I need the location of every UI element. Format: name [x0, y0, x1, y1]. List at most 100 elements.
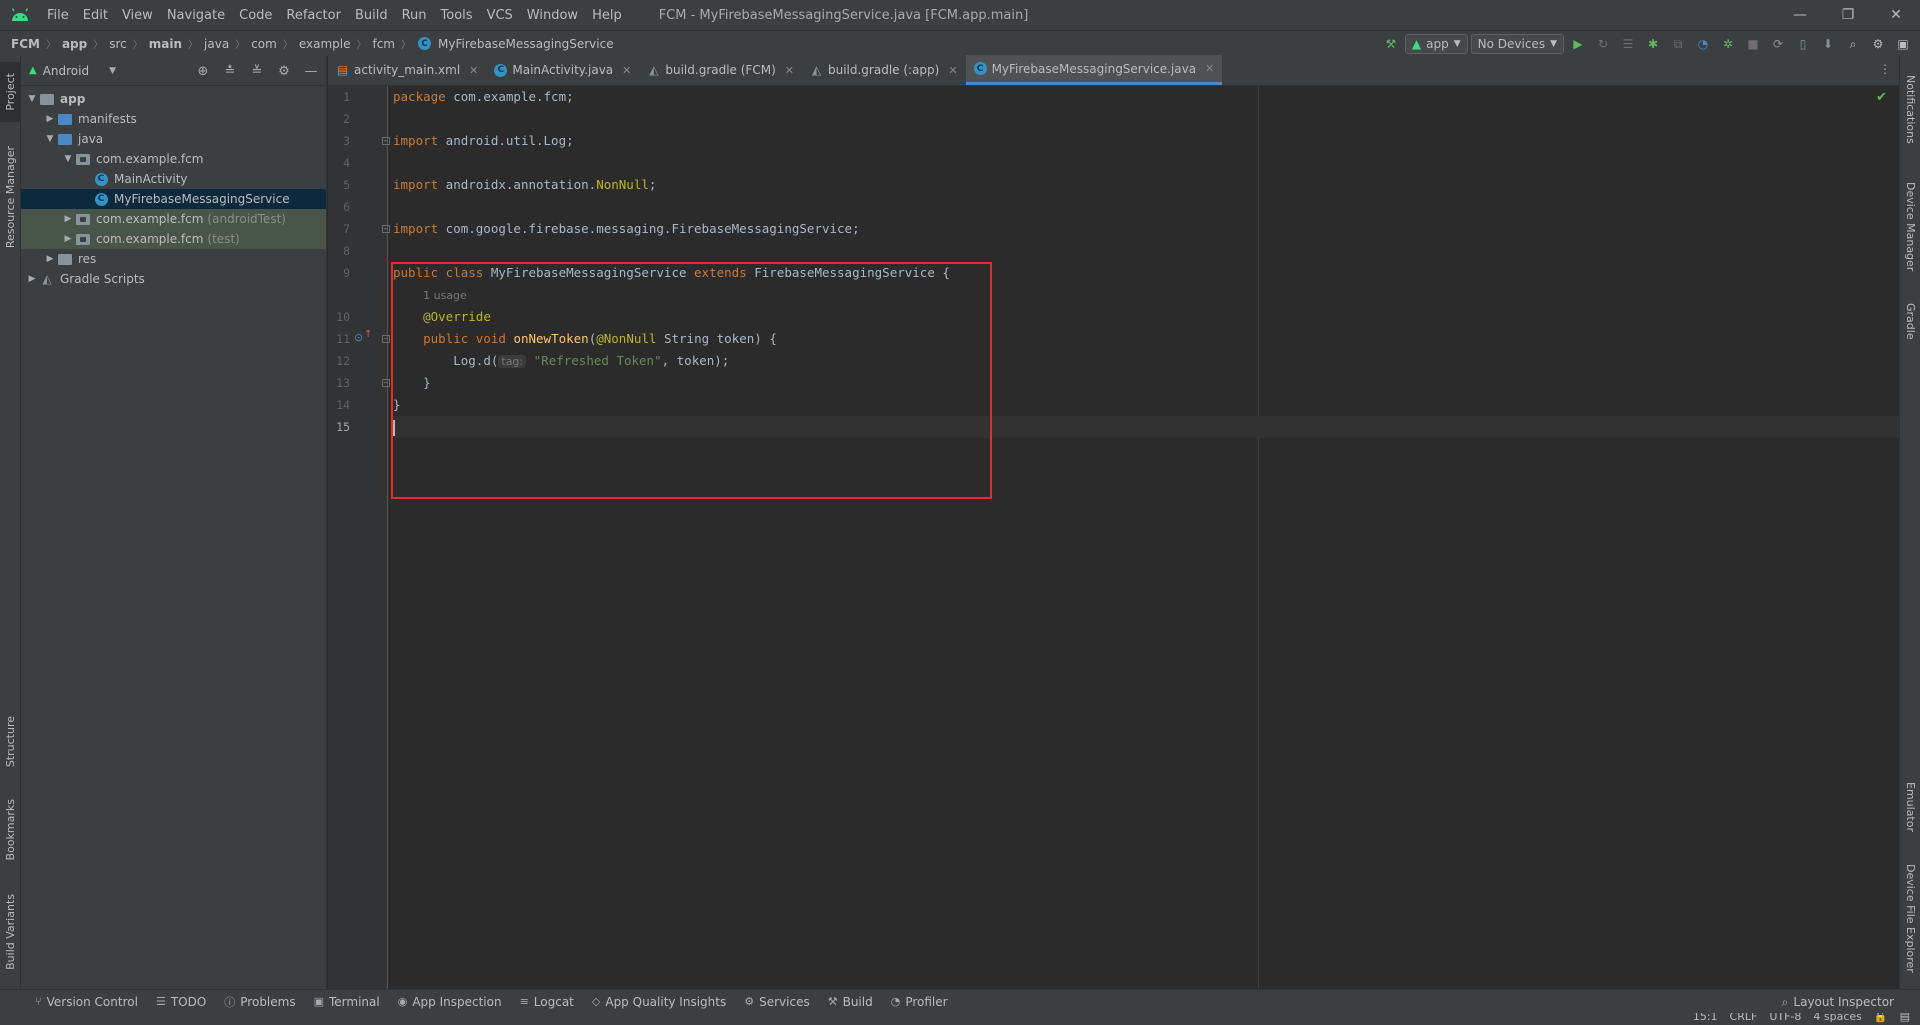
hammer-icon[interactable]: ⚒ [1380, 33, 1402, 55]
menu-refactor[interactable]: Refactor [279, 8, 348, 23]
tool-window-gradle[interactable]: Gradle [1900, 294, 1920, 349]
debug-icon[interactable]: ✱ [1642, 33, 1664, 55]
tool-window-notifications[interactable]: Notifications [1900, 64, 1920, 154]
coverage-icon[interactable]: ✲ [1717, 33, 1739, 55]
tool-version-control[interactable]: ⑂ Version Control [26, 995, 147, 1009]
menu-navigate[interactable]: Navigate [160, 8, 232, 23]
sdk-manager-icon[interactable]: ⬇ [1817, 33, 1839, 55]
chevron-down-icon[interactable]: ▼ [61, 154, 75, 164]
breadcrumb-item[interactable]: main [146, 37, 185, 51]
tool-window-build-variants[interactable]: Build Variants [0, 886, 21, 978]
close-icon[interactable]: ✕ [1205, 62, 1214, 75]
menu-run[interactable]: Run [395, 8, 434, 23]
close-icon[interactable]: ✕ [622, 64, 631, 77]
tree-item-manifests[interactable]: ▶ manifests [21, 109, 326, 129]
file-encoding[interactable]: UTF-8 [1769, 1013, 1801, 1023]
tool-build[interactable]: ⚒ Build [819, 995, 882, 1009]
breadcrumb-item[interactable]: com [248, 37, 280, 51]
chevron-right-icon[interactable]: ▶ [25, 274, 39, 284]
indent-setting[interactable]: 4 spaces [1813, 1013, 1862, 1023]
caret-position[interactable]: 15:1 [1693, 1013, 1718, 1023]
tab-activity-main-xml[interactable]: ▤ activity_main.xml ✕ [328, 55, 486, 85]
search-icon[interactable]: ⌕ [1842, 33, 1864, 55]
tool-window-bookmarks[interactable]: Bookmarks [0, 791, 21, 869]
close-icon[interactable]: ✕ [785, 64, 794, 77]
breadcrumb-item[interactable]: app [59, 37, 90, 51]
check-icon[interactable]: ✔ [1876, 90, 1887, 105]
project-view-mode[interactable]: Android [43, 64, 89, 78]
close-icon[interactable]: ✕ [948, 64, 957, 77]
tree-item-package-test[interactable]: ▶ com.example.fcm (test) [21, 229, 326, 249]
menu-code[interactable]: Code [232, 8, 279, 23]
menu-build[interactable]: Build [348, 8, 395, 23]
fold-icon[interactable]: − [382, 335, 390, 343]
tab-build-gradle-app[interactable]: ◭ build.gradle (:app) ✕ [802, 55, 966, 85]
profile-icon[interactable]: ◔ [1692, 33, 1714, 55]
tool-todo[interactable]: ☰ TODO [147, 995, 215, 1009]
tree-item-package-android-test[interactable]: ▶ com.example.fcm (androidTest) [21, 209, 326, 229]
device-manager-icon[interactable]: ▯ [1792, 33, 1814, 55]
menu-help[interactable]: Help [585, 8, 629, 23]
line-separator[interactable]: CRLF [1730, 1013, 1758, 1023]
menu-window[interactable]: Window [520, 8, 585, 23]
tab-build-gradle-fcm[interactable]: ◭ build.gradle (FCM) ✕ [639, 55, 802, 85]
menu-view[interactable]: View [115, 8, 160, 23]
chevron-right-icon[interactable]: ▶ [61, 234, 75, 244]
gear-icon[interactable]: ⚙ [1867, 33, 1889, 55]
tree-item-res[interactable]: ▶ res [21, 249, 326, 269]
tool-problems[interactable]: ⓘ Problems [215, 994, 304, 1010]
tool-services[interactable]: ⚙ Services [735, 995, 818, 1009]
close-icon[interactable]: ✕ [469, 64, 478, 77]
fold-icon[interactable]: − [382, 137, 390, 145]
override-marker-icon[interactable]: ⊙ [354, 331, 363, 344]
run-icon[interactable]: ▶ [1567, 33, 1589, 55]
tab-main-activity-java[interactable]: C MainActivity.java ✕ [486, 55, 639, 85]
code-area[interactable]: package com.example.fcm; import android.… [393, 86, 1899, 989]
tool-layout-inspector[interactable]: ⌕ Layout Inspector [1782, 990, 1894, 1014]
sync-gradle-icon[interactable]: ⟳ [1767, 33, 1789, 55]
lock-icon[interactable]: 🔓 [1874, 1013, 1888, 1023]
breadcrumb-item[interactable]: fcm [369, 37, 398, 51]
stop-icon[interactable]: ■ [1742, 33, 1764, 55]
apply-changes-icon[interactable]: ☰ [1617, 33, 1639, 55]
minimize-button[interactable]: — [1776, 0, 1824, 30]
breadcrumb-item[interactable]: example [296, 37, 354, 51]
tool-window-resource-manager[interactable]: Resource Manager [0, 140, 21, 255]
rerun-icon[interactable]: ↻ [1592, 33, 1614, 55]
collapse-all-icon[interactable]: ≚ [246, 60, 268, 82]
tool-window-device-manager[interactable]: Device Manager [1900, 174, 1920, 279]
tree-item-main-activity[interactable]: C MainActivity [21, 169, 326, 189]
menu-edit[interactable]: Edit [76, 8, 115, 23]
tab-messaging-service-java[interactable]: C MyFirebaseMessagingService.java ✕ [965, 55, 1223, 85]
chevron-right-icon[interactable]: ▶ [61, 214, 75, 224]
chevron-down-icon[interactable]: ▼ [25, 94, 39, 104]
tool-window-emulator[interactable]: Emulator [1900, 774, 1920, 839]
tool-app-quality-insights[interactable]: ◇ App Quality Insights [583, 995, 735, 1009]
tree-item-package[interactable]: ▼ com.example.fcm [21, 149, 326, 169]
tool-logcat[interactable]: ≡ Logcat [511, 995, 583, 1009]
code-editor[interactable]: 1 2 3 4 5 6 7 8 9 10 11 12 13 14 15 ⊙ ↑ … [328, 86, 1899, 989]
tree-item-app[interactable]: ▼ app [21, 89, 326, 109]
ide-update-icon[interactable]: ▣ [1892, 33, 1914, 55]
chevron-right-icon[interactable]: ▶ [43, 254, 57, 264]
tool-app-inspection[interactable]: ◉ App Inspection [389, 995, 511, 1009]
tree-item-java[interactable]: ▼ java [21, 129, 326, 149]
chevron-right-icon[interactable]: ▶ [43, 114, 57, 124]
maximize-button[interactable]: ❐ [1824, 0, 1872, 30]
tool-window-device-file-explorer[interactable]: Device File Explorer [1900, 856, 1920, 981]
hide-panel-icon[interactable]: — [300, 60, 322, 82]
chevron-down-icon[interactable]: ▼ [43, 134, 57, 144]
tool-window-project[interactable]: Project [0, 62, 21, 122]
tree-item-messaging-service[interactable]: C MyFirebaseMessagingService [21, 189, 326, 209]
breadcrumb-item[interactable]: src [106, 37, 130, 51]
breadcrumb-item[interactable]: MyFirebaseMessagingService [435, 37, 617, 51]
menu-tools[interactable]: Tools [434, 8, 480, 23]
chevron-down-icon[interactable]: ▼ [109, 66, 116, 76]
more-options-icon[interactable]: ⋮ [1879, 62, 1891, 76]
locate-icon[interactable]: ⊕ [192, 60, 214, 82]
attach-debugger-icon[interactable]: ⧉ [1667, 33, 1689, 55]
tool-profiler[interactable]: ◔ Profiler [882, 995, 957, 1009]
fold-icon[interactable]: − [382, 379, 390, 387]
device-select[interactable]: No Devices ▼ [1470, 34, 1564, 54]
tool-terminal[interactable]: ▣ Terminal [305, 995, 389, 1009]
